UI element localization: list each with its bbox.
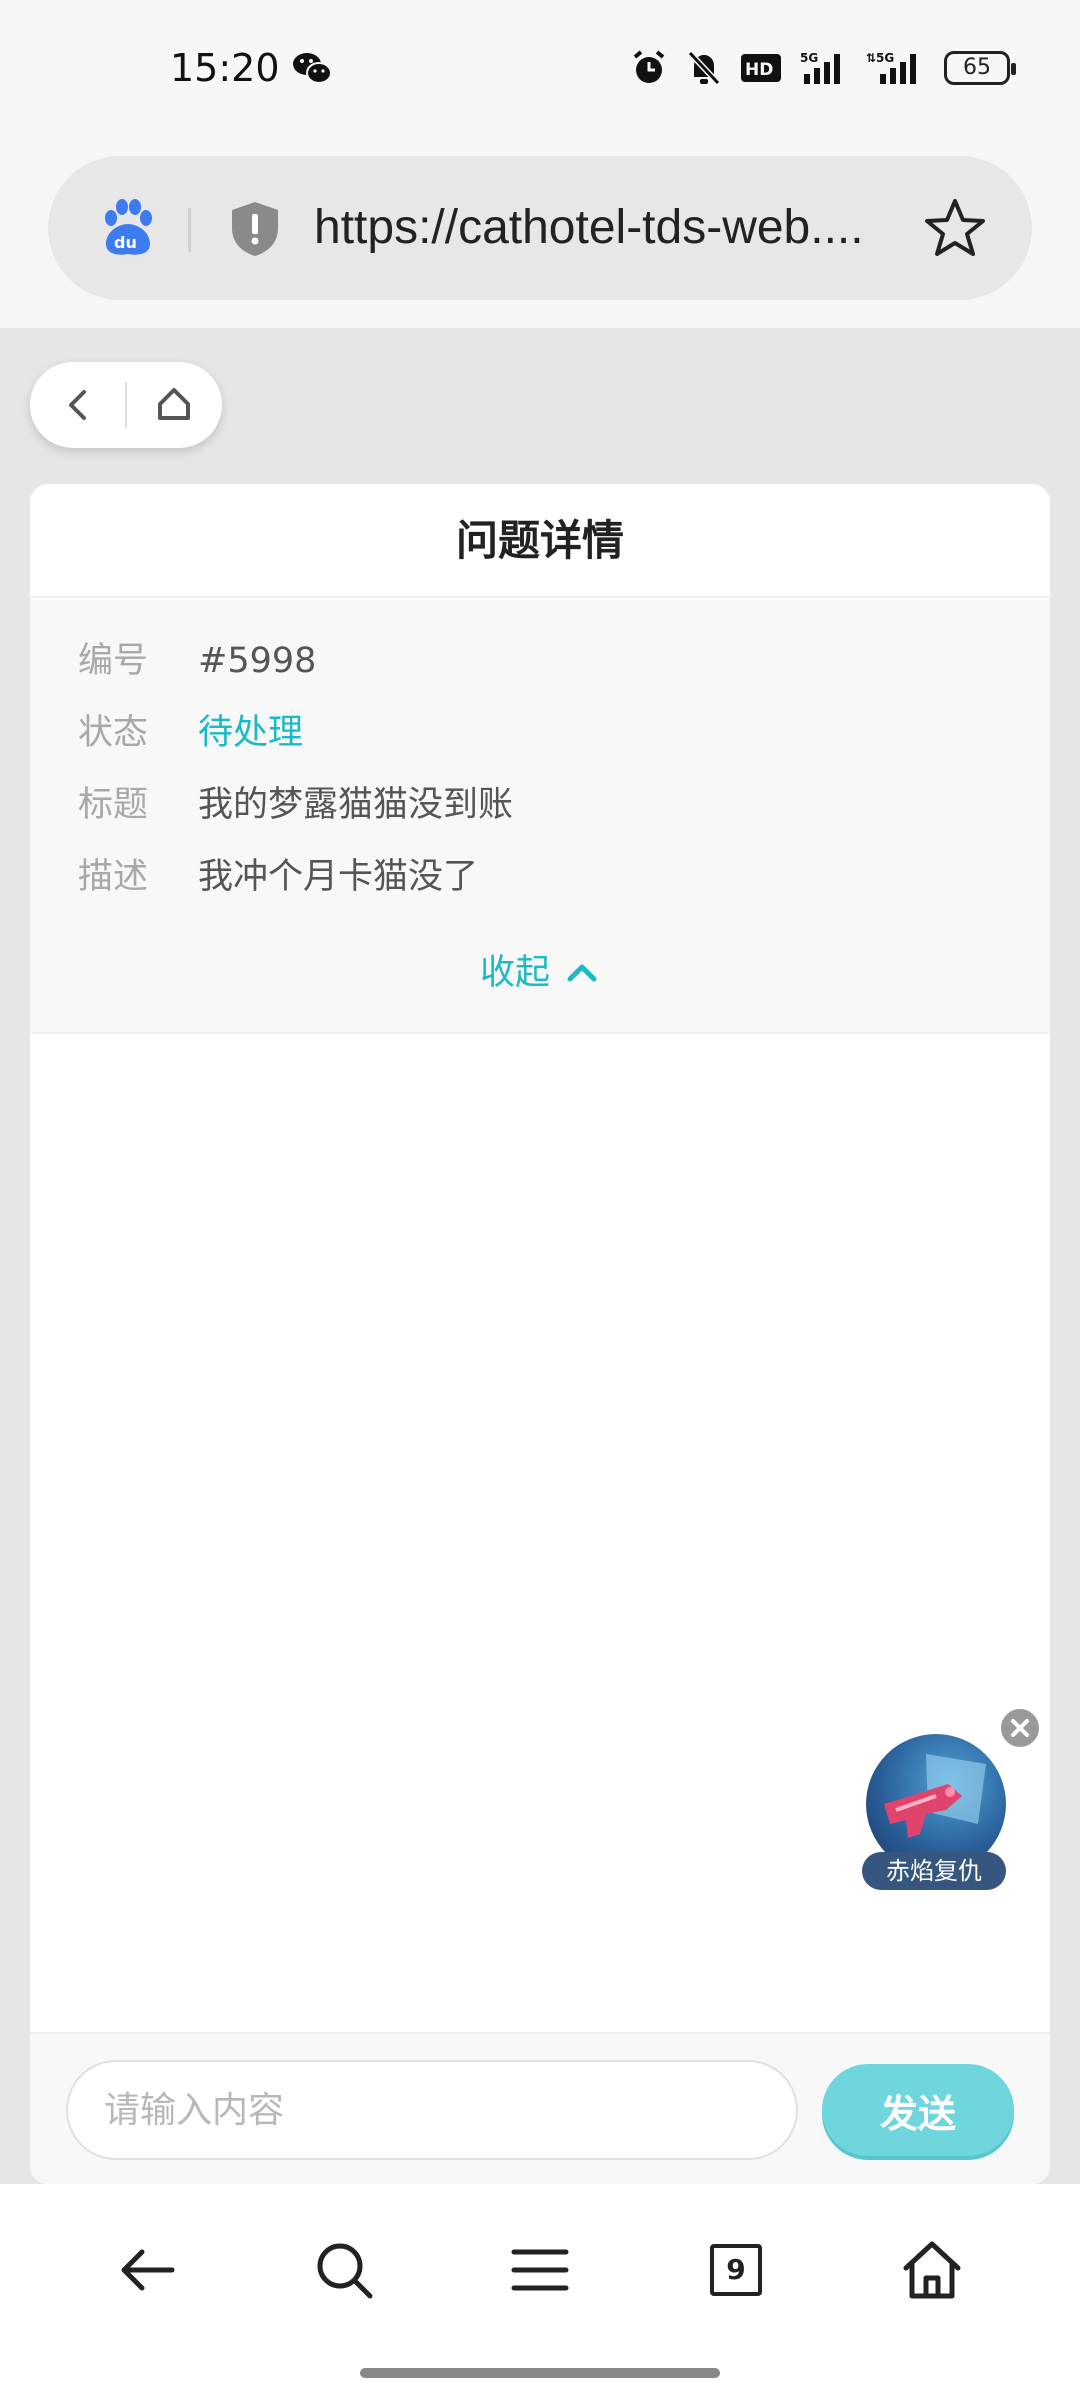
wechat-icon [293, 53, 332, 84]
info-panel: 编号 #5998 状态 待处理 标题 我的梦露猫猫没到账 描述 我冲个月卡猫没了… [30, 600, 1050, 1034]
address-bar[interactable]: du https://cathotel-tds-web.... [48, 156, 1032, 300]
baidu-logo[interactable]: du [98, 198, 158, 258]
ad-label[interactable]: 赤焰复仇 [862, 1852, 1006, 1890]
field-label: 标题 [78, 785, 149, 825]
input-bar: 发送 [30, 2032, 1050, 2184]
home-outline-icon[interactable] [154, 384, 194, 426]
detail-card: 问题详情 编号 #5998 状态 待处理 标题 我的梦露猫猫没到账 描述 我冲个… [30, 484, 1050, 2184]
chevron-up-icon[interactable] [564, 961, 600, 985]
alarm-icon [633, 50, 665, 83]
signal-5g-icon: 5G [800, 51, 840, 84]
status-icons: HD 5G ⇅5G 65 [630, 48, 1016, 88]
menu-icon[interactable] [508, 2238, 572, 2302]
collapse-toggle[interactable]: 收起 [30, 948, 1050, 998]
chevron-left-icon[interactable] [60, 386, 96, 424]
floating-ad[interactable]: 赤焰复仇 [862, 1734, 1010, 1890]
status-bar: 15:20 HD 5G ⇅5G 65 [0, 0, 1080, 140]
mute-bell-icon [687, 50, 721, 86]
svg-text:⇅5G: ⇅5G [866, 51, 894, 65]
send-button[interactable]: 发送 [822, 2064, 1014, 2156]
field-label: 状态 [78, 713, 149, 753]
tabs-icon[interactable]: 9 [710, 2244, 774, 2308]
capsule-divider [125, 382, 127, 428]
status-time: 15:20 [170, 46, 280, 90]
star-icon[interactable] [922, 196, 988, 262]
field-value: 我的梦露猫猫没到账 [198, 785, 514, 825]
field-label: 描述 [78, 857, 149, 897]
shield-icon[interactable] [228, 200, 282, 258]
home-icon[interactable] [900, 2238, 964, 2302]
signal-5g-icon-2: ⇅5G [866, 51, 916, 84]
svg-text:du: du [114, 233, 137, 252]
page-title: 问题详情 [30, 484, 1050, 598]
search-icon[interactable] [312, 2238, 376, 2302]
svg-text:5G: 5G [800, 51, 818, 65]
close-icon[interactable] [998, 1706, 1042, 1750]
back-arrow-icon[interactable] [116, 2238, 180, 2302]
url-divider [188, 208, 191, 252]
field-value: 我冲个月卡猫没了 [198, 857, 479, 897]
status-value: 待处理 [198, 713, 304, 753]
battery-indicator: 65 [944, 51, 1016, 85]
collapse-label[interactable]: 收起 [480, 948, 550, 998]
browser-toolbar: du https://cathotel-tds-web.... [0, 140, 1080, 328]
home-indicator[interactable] [360, 2368, 720, 2378]
field-label: 编号 [78, 641, 149, 681]
nav-capsule [30, 362, 222, 448]
url-text[interactable]: https://cathotel-tds-web.... [314, 200, 914, 255]
tab-count[interactable]: 9 [710, 2244, 762, 2296]
field-value: #5998 [198, 641, 317, 681]
message-input[interactable] [66, 2060, 798, 2160]
svg-text:HD: HD [745, 60, 773, 80]
hd-icon: HD [741, 54, 781, 82]
